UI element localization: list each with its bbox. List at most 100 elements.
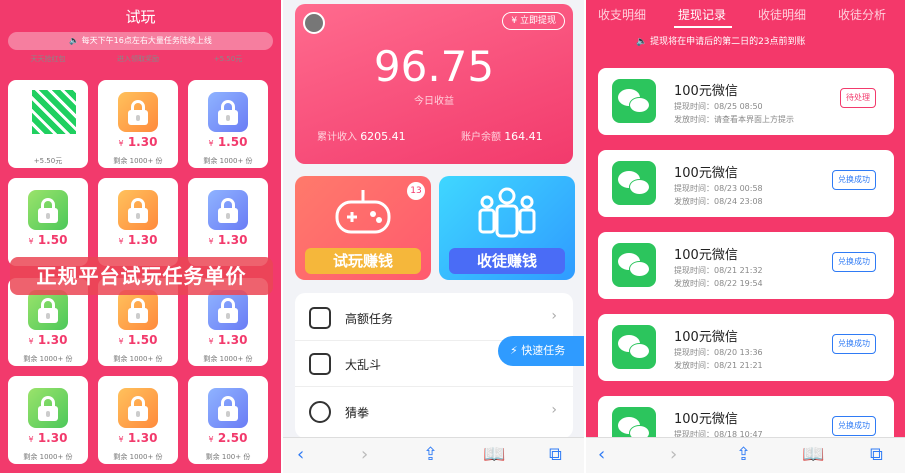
record-title: 100元微信 xyxy=(674,330,738,345)
task-price: ¥ 1.30 xyxy=(208,233,248,247)
remaining-count: 剩余 1000+ 份 xyxy=(23,453,73,461)
tab-withdraw-records[interactable]: 提现记录 xyxy=(678,6,726,23)
task-card[interactable]: ¥ 1.30 xyxy=(188,178,268,266)
avatar[interactable] xyxy=(303,12,325,34)
today-earnings: 96.75 xyxy=(373,42,495,91)
remaining-count: 剩余 1000+ 份 xyxy=(113,453,163,461)
task-price: ¥ 1.50 xyxy=(208,135,248,149)
tab-bar: 收支明细 提现记录 收徒明细 收徒分析 xyxy=(586,0,905,30)
task-card[interactable]: ¥ 1.30 剩余 1000+ 份 xyxy=(98,376,178,464)
task-card[interactable]: ¥ 1.50 剩余 1000+ 份 xyxy=(188,80,268,168)
remaining-count: 剩余 1000+ 份 xyxy=(113,355,163,363)
active-tab-indicator xyxy=(674,26,732,28)
tab-income-details[interactable]: 收支明细 xyxy=(598,6,646,23)
yen-icon: ¥ xyxy=(511,16,518,26)
task-price: ¥ 1.50 xyxy=(28,233,68,247)
trial-earn-label: 试玩赚钱 xyxy=(305,248,421,274)
lock-icon xyxy=(28,290,68,330)
top-label: +5.50元 xyxy=(213,55,243,63)
tabs-icon[interactable]: ⧉ xyxy=(549,444,562,465)
remaining-count: 剩余 1000+ 份 xyxy=(113,157,163,165)
apply-time: 提现时间：08/23 00:58 xyxy=(674,184,763,193)
remaining-count: 剩余 1000+ 份 xyxy=(203,355,253,363)
task-card-redacted[interactable]: +5.50元 xyxy=(8,80,88,168)
chevron-right-icon: › xyxy=(551,402,557,418)
lock-icon xyxy=(118,190,158,230)
tab-recruit-analysis[interactable]: 收徒分析 xyxy=(838,6,886,23)
lock-icon xyxy=(118,290,158,330)
status-badge[interactable]: 兑换成功 xyxy=(832,334,876,354)
withdraw-record: 100元微信提现时间：08/25 08:50 发放时间：请查看本界面上方提示 待处理 xyxy=(598,68,894,135)
forward-icon[interactable]: › xyxy=(361,444,368,465)
withdraw-record: 100元微信 提现时间：08/21 21:32 发放时间：08/22 19:54 兑换… xyxy=(598,232,894,299)
record-title: 100元微信 xyxy=(674,84,738,99)
task-card[interactable]: ¥ 1.50 xyxy=(8,178,88,266)
browser-toolbar: ‹ › ⇪ 📖 ⧉ xyxy=(283,437,584,473)
task-card[interactable]: ¥ 1.30 剩余 1000+ 份 xyxy=(98,80,178,168)
gamepad-icon xyxy=(335,190,391,234)
task-card[interactable]: ¥ 1.30 xyxy=(98,178,178,266)
status-badge[interactable]: 兑换成功 xyxy=(832,170,876,190)
redacted-app-icon xyxy=(32,90,76,134)
back-icon[interactable]: ‹ xyxy=(598,444,605,465)
send-time: 发放时间：08/22 19:54 xyxy=(674,279,763,288)
announcement-banner: 🔈 每天下午16点左右大量任务陆续上线 xyxy=(8,32,273,50)
task-card[interactable]: ¥ 2.50 剩余 100+ 份 xyxy=(188,376,268,464)
card-icon xyxy=(309,307,331,329)
apply-time: 提现时间：08/25 08:50 xyxy=(674,102,763,111)
forward-icon[interactable]: › xyxy=(670,444,677,465)
earnings-hero: ¥ 立即提现 96.75 今日收益 累计收入 6205.41 账户余额 164.… xyxy=(295,4,573,164)
page-title: 试玩 xyxy=(125,8,156,26)
game-icon xyxy=(309,353,331,375)
recruit-earn-tile[interactable]: 收徒赚钱 xyxy=(439,176,575,280)
bookmarks-icon[interactable]: 📖 xyxy=(483,444,505,465)
task-price: ¥ 2.50 xyxy=(208,431,248,445)
task-price: ¥ 1.30 xyxy=(28,333,68,347)
bookmarks-icon[interactable]: 📖 xyxy=(802,444,824,465)
send-time: 发放时间：请查看本界面上方提示 xyxy=(674,115,794,124)
withdraw-button[interactable]: ¥ 立即提现 xyxy=(502,12,565,30)
remaining-count: 剩余 1000+ 份 xyxy=(23,355,73,363)
trial-panel: 试玩 🔈 每天下午16点左右大量任务陆续上线 天天抢红包 进入领取奖励 +5.5… xyxy=(0,0,281,473)
lock-icon xyxy=(208,388,248,428)
list-item-high-tasks[interactable]: 高额任务 › xyxy=(295,295,573,341)
record-title: 100元微信 xyxy=(674,166,738,181)
wechat-icon xyxy=(612,79,656,123)
task-price: ¥ 1.30 xyxy=(118,431,158,445)
lock-icon xyxy=(28,190,68,230)
wechat-icon xyxy=(612,325,656,369)
tab-recruit-details[interactable]: 收徒明细 xyxy=(758,6,806,23)
notice: 🔈 提现将在申请后的第二日的23点前到账 xyxy=(636,37,806,47)
status-badge[interactable]: 兑换成功 xyxy=(832,416,876,436)
task-count-badge: 13 xyxy=(407,182,425,200)
chevron-right-icon: › xyxy=(551,308,557,324)
wechat-icon xyxy=(612,161,656,205)
quick-task-button[interactable]: ⚡ 快速任务 xyxy=(498,336,584,366)
remaining-count: 剩余 1000+ 份 xyxy=(203,157,253,165)
status-badge[interactable]: 待处理 xyxy=(840,88,876,108)
list-item-rock-paper[interactable]: 猜拳 › xyxy=(295,389,573,435)
wechat-icon xyxy=(612,243,656,287)
recruit-earn-label: 收徒赚钱 xyxy=(449,248,565,274)
back-icon[interactable]: ‹ xyxy=(297,444,304,465)
lock-icon xyxy=(118,92,158,132)
record-title: 100元微信 xyxy=(674,412,738,427)
lock-icon xyxy=(208,290,248,330)
task-card[interactable]: ¥ 1.30 剩余 1000+ 份 xyxy=(8,376,88,464)
share-icon[interactable]: ⇪ xyxy=(423,444,438,465)
task-price: ¥ 1.30 xyxy=(28,431,68,445)
withdraw-records-panel: 收支明细 提现记录 收徒明细 收徒分析 🔈 提现将在申请后的第二日的23点前到账… xyxy=(586,0,905,473)
browser-toolbar: ‹ › ⇪ 📖 ⧉ xyxy=(586,437,905,473)
face-icon xyxy=(309,401,331,423)
lock-icon xyxy=(118,388,158,428)
status-badge[interactable]: 兑换成功 xyxy=(832,252,876,272)
account-balance: 账户余额 164.41 xyxy=(461,130,543,143)
apply-time: 提现时间：08/21 21:32 xyxy=(674,266,763,275)
trial-earn-tile[interactable]: 13 试玩赚钱 xyxy=(295,176,431,280)
share-icon[interactable]: ⇪ xyxy=(736,444,751,465)
task-price: ¥ 1.30 xyxy=(118,233,158,247)
withdraw-record: 100元微信 提现时间：08/20 13:36 发放时间：08/21 21:21 兑换… xyxy=(598,314,894,381)
apply-time: 提现时间：08/20 13:36 xyxy=(674,348,763,357)
lock-icon xyxy=(208,190,248,230)
tabs-icon[interactable]: ⧉ xyxy=(870,444,883,465)
